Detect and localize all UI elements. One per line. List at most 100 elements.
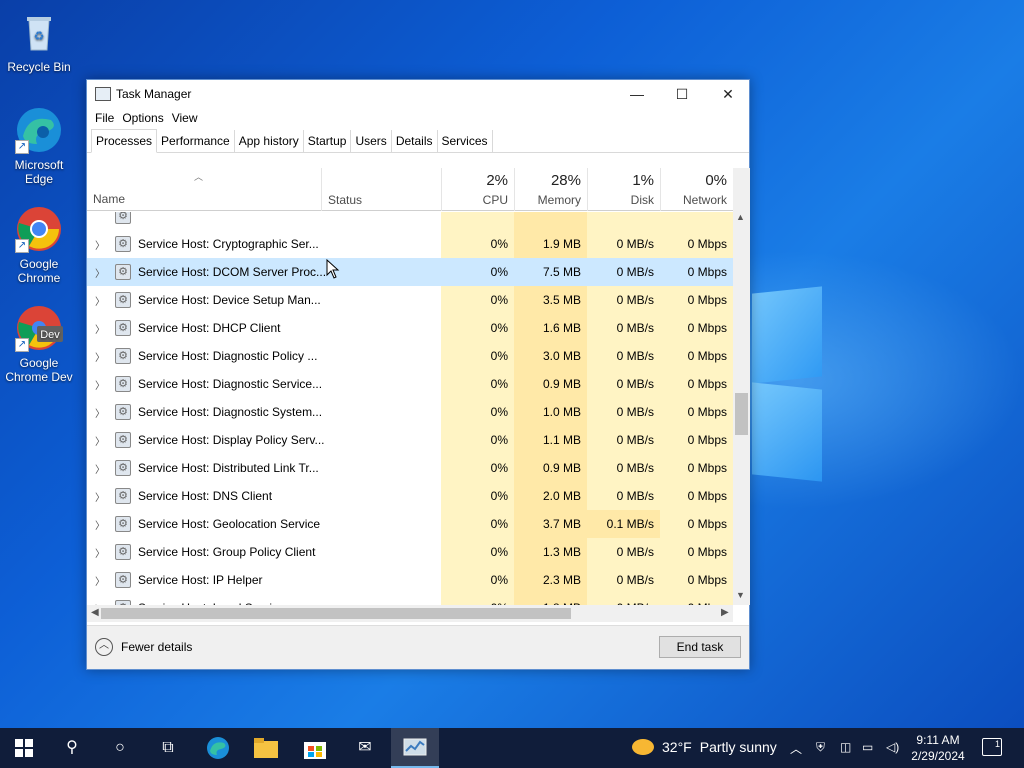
horizontal-scrollbar[interactable]: ◀ ▶	[87, 605, 733, 622]
process-row[interactable]: 〉 ⚙ Service Host: Distributed Link Tr... 0%…	[87, 454, 733, 482]
meet-now-icon[interactable]: ◫	[840, 740, 851, 754]
scroll-up-icon[interactable]: ▲	[736, 212, 745, 222]
memory-cell: 1.1 MB	[514, 426, 587, 454]
search-icon[interactable]: ⚲	[48, 728, 96, 768]
process-row[interactable]: 〉 ⚙ Service Host: Diagnostic Service... 0% 0…	[87, 370, 733, 398]
expand-chevron-icon[interactable]: 〉	[95, 545, 105, 560]
process-row[interactable]: 〉 ⚙ Service Host: Display Policy Serv... 0%…	[87, 426, 733, 454]
process-row[interactable]: 〉 ⚙ Service Host: Diagnostic Policy ... 0% 3…	[87, 342, 733, 370]
vertical-scroll-thumb[interactable]	[735, 393, 748, 435]
fewer-details-button[interactable]: ︿ Fewer details	[95, 638, 192, 656]
process-row[interactable]: ⚙	[87, 212, 733, 230]
file-explorer-icon[interactable]	[242, 728, 290, 768]
memory-cell: 3.5 MB	[514, 286, 587, 314]
cpu-cell: 0%	[441, 398, 514, 426]
tab-users[interactable]: Users	[351, 130, 392, 152]
service-host-gear-icon: ⚙	[115, 320, 131, 336]
process-row[interactable]: 〉⚙Service Host: Local Service0%1.8 MB0 M…	[87, 594, 733, 605]
volume-icon[interactable]: ◁)	[886, 740, 899, 754]
service-host-gear-icon: ⚙	[115, 404, 131, 420]
expand-chevron-icon[interactable]: 〉	[95, 573, 105, 588]
disk-cell: 0 MB/s	[587, 426, 660, 454]
network-icon[interactable]: ▭	[862, 740, 873, 754]
column-header-network[interactable]: 0% Network	[660, 168, 733, 211]
expand-chevron-icon[interactable]: 〉	[95, 293, 105, 308]
expand-chevron-icon[interactable]: 〉	[95, 321, 105, 336]
tab-services[interactable]: Services	[438, 130, 493, 152]
end-task-button[interactable]: End task	[659, 636, 741, 658]
process-name: Service Host: Group Policy Client	[138, 545, 316, 559]
desktop-icon-google-chrome-dev[interactable]: Dev ↗ Google Chrome Dev	[2, 304, 76, 384]
service-host-gear-icon: ⚙	[115, 292, 131, 308]
tab-performance[interactable]: Performance	[157, 130, 235, 152]
expand-chevron-icon[interactable]: 〉	[95, 349, 105, 364]
chrome-icon: ↗	[15, 205, 63, 253]
disk-cell: 0 MB/s	[587, 566, 660, 594]
expand-chevron-icon[interactable]: 〉	[95, 433, 105, 448]
recycle-bin-icon: ♻	[15, 8, 63, 56]
process-name: Service Host: Device Setup Man...	[138, 293, 321, 307]
system-clock[interactable]: 9:11 AM 2/29/2024	[906, 732, 970, 764]
disk-cell: 0 MB/s	[587, 454, 660, 482]
disk-cell: 0 MB/s	[587, 342, 660, 370]
microsoft-store-icon[interactable]	[291, 728, 339, 768]
process-row[interactable]: 〉 ⚙ Service Host: DCOM Server Proc... 0% 7.5…	[87, 258, 733, 286]
memory-cell: 3.0 MB	[514, 342, 587, 370]
process-row[interactable]: 〉 ⚙ Service Host: Device Setup Man... 0% 3.5…	[87, 286, 733, 314]
minimize-button[interactable]: —	[614, 80, 660, 108]
desktop-icon-google-chrome[interactable]: ↗ Google Chrome	[2, 205, 76, 285]
expand-chevron-icon[interactable]: 〉	[95, 265, 105, 280]
taskbar-task-manager-icon[interactable]	[391, 728, 439, 768]
vertical-scrollbar[interactable]: ▲ ▼	[733, 168, 750, 605]
menu-view[interactable]: View	[168, 108, 202, 130]
tab-startup[interactable]: Startup	[304, 130, 352, 152]
column-header-memory[interactable]: 28% Memory	[514, 168, 587, 211]
process-row[interactable]: 〉 ⚙ Service Host: Geolocation Service 0% 3.7…	[87, 510, 733, 538]
desktop-icon-microsoft-edge[interactable]: ↗ Microsoft Edge	[2, 106, 76, 186]
expand-chevron-icon[interactable]: 〉	[95, 461, 105, 476]
column-header-cpu[interactable]: 2% CPU	[441, 168, 514, 211]
taskbar-edge-icon[interactable]	[194, 728, 242, 768]
process-row[interactable]: 〉 ⚙ Service Host: Diagnostic System... 0% 1.…	[87, 398, 733, 426]
tab-processes[interactable]: Processes	[91, 129, 158, 153]
notification-center-icon[interactable]: 1	[982, 738, 1002, 756]
service-host-gear-icon: ⚙	[115, 376, 131, 392]
start-button[interactable]	[0, 728, 48, 768]
column-header-name[interactable]: Name	[93, 192, 125, 206]
expand-chevron-icon[interactable]: 〉	[95, 405, 105, 420]
close-button[interactable]: ✕	[705, 80, 751, 108]
process-row[interactable]: 〉 ⚙ Service Host: DNS Client 0% 2.0 MB 0 MB/s…	[87, 482, 733, 510]
scroll-left-icon[interactable]: ◀	[91, 607, 99, 618]
show-hidden-icons-chevron-icon[interactable]: ︿	[790, 740, 802, 757]
tab-app-history[interactable]: App history	[235, 130, 304, 152]
column-header-disk[interactable]: 1% Disk	[587, 168, 660, 211]
expand-chevron-icon[interactable]: 〉	[95, 377, 105, 392]
task-manager-app-icon	[95, 87, 111, 101]
process-row[interactable]: 〉 ⚙ Service Host: IP Helper 0% 2.3 MB 0 MB/s 0…	[87, 566, 733, 594]
process-name: Service Host: Diagnostic Service...	[138, 377, 323, 391]
expand-chevron-icon[interactable]: 〉	[95, 489, 105, 504]
scroll-down-icon[interactable]: ▼	[736, 590, 745, 600]
menu-file[interactable]: File	[91, 108, 118, 130]
security-shield-icon[interactable]: ⛨	[816, 740, 825, 755]
title-bar[interactable]: Task Manager — ☐ ✕	[87, 80, 749, 108]
column-header-status[interactable]: Status	[321, 168, 441, 211]
maximize-button[interactable]: ☐	[659, 80, 705, 108]
cortana-icon[interactable]: ○	[96, 728, 144, 768]
horizontal-scroll-thumb[interactable]	[101, 608, 571, 619]
process-row[interactable]: 〉 ⚙ Service Host: Group Policy Client 0% 1.3…	[87, 538, 733, 566]
cpu-cell: 0%	[441, 594, 514, 605]
expand-chevron-icon[interactable]: 〉	[95, 517, 105, 532]
expand-chevron-icon[interactable]: 〉	[95, 237, 105, 252]
task-view-icon[interactable]: ⧉	[144, 728, 192, 768]
mail-icon[interactable]: ✉	[341, 728, 389, 768]
desktop-icon-recycle-bin[interactable]: ♻ Recycle Bin	[2, 8, 76, 74]
weather-temp: 32°F	[662, 739, 692, 755]
process-row[interactable]: 〉 ⚙ Service Host: DHCP Client 0% 1.6 MB 0 MB/…	[87, 314, 733, 342]
weather-widget[interactable]: 32°F Partly sunny	[632, 739, 777, 755]
menu-options[interactable]: Options	[118, 108, 167, 130]
process-row[interactable]: 〉 ⚙ Service Host: Cryptographic Ser... 0% 1.…	[87, 230, 733, 258]
scroll-right-icon[interactable]: ▶	[721, 607, 729, 618]
tab-details[interactable]: Details	[392, 130, 438, 152]
disk-cell: 0 MB/s	[587, 482, 660, 510]
